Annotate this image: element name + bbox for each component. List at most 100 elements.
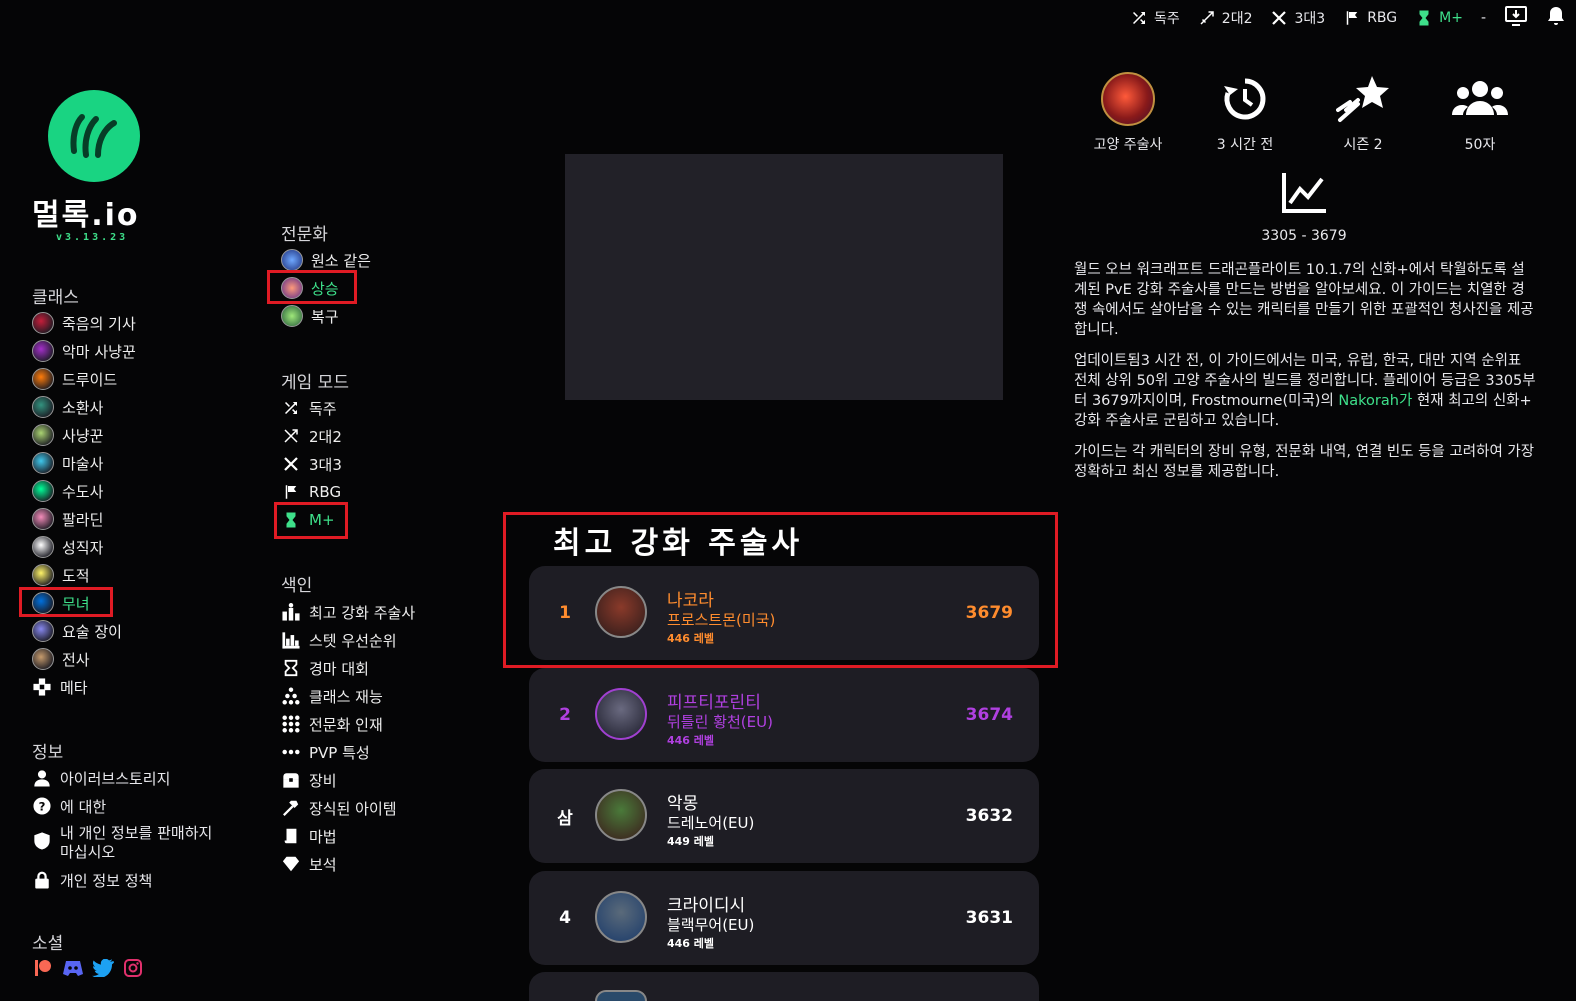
spec-label: 상승 (311, 279, 339, 298)
social-links (32, 957, 144, 979)
player-level: 446 레벨 (667, 937, 715, 950)
patreon-icon[interactable] (32, 957, 54, 979)
bell-icon[interactable] (1546, 5, 1566, 31)
class-item[interactable]: 전사 (32, 645, 136, 673)
class-item[interactable]: 악마 사냥꾼 (32, 337, 136, 365)
spec-item-enhancement[interactable]: 상승 (281, 274, 371, 302)
avatar (595, 586, 647, 638)
stat-label: 3305 - 3679 (1261, 228, 1347, 244)
class-label: 도적 (62, 566, 90, 585)
rank: 2 (559, 705, 571, 725)
history-icon (1224, 78, 1266, 120)
mode-item-3v3[interactable]: 3대3 (281, 450, 342, 478)
index-item-spells[interactable]: 마법 (281, 822, 415, 850)
leaderboard-row[interactable]: 4 크라이디시 블랙무어(EU) 446 레벨 3631 (529, 871, 1039, 965)
mode-item-2v2[interactable]: 2대2 (281, 422, 342, 450)
class-item[interactable]: 성직자 (32, 533, 136, 561)
spec-item-elemental[interactable]: 원소 같은 (281, 246, 371, 274)
description-paragraph: 업데이트됨3 시간 전, 이 가이드에서는 미국, 유럽, 한국, 대만 지역 … (1074, 351, 1538, 431)
class-item[interactable]: 드루이드 (32, 365, 136, 393)
hourglass-outline-icon (281, 658, 301, 678)
brand-title: 멀록.io (32, 198, 140, 233)
rank: 1 (559, 603, 571, 623)
index-item-race[interactable]: 경마 대회 (281, 654, 415, 682)
instagram-icon[interactable] (122, 957, 144, 979)
info-item-privacy[interactable]: 개인 정보 정책 (32, 866, 222, 894)
twitter-icon[interactable] (92, 957, 114, 979)
info-item-about[interactable]: ? 에 대한 (32, 792, 222, 820)
class-item[interactable]: 팔라딘 (32, 505, 136, 533)
mode-item-solo[interactable]: 독주 (281, 394, 342, 422)
topbar-mode-solo[interactable]: 독주 (1130, 8, 1180, 28)
class-item[interactable]: 수도사 (32, 477, 136, 505)
score: 3679 (965, 603, 1013, 623)
index-item-gear[interactable]: 장비 (281, 766, 415, 794)
class-item[interactable]: 사냥꾼 (32, 421, 136, 449)
index-item-pvp-talents[interactable]: PVP 특성 (281, 738, 415, 766)
logo[interactable] (48, 90, 140, 182)
class-icon (32, 620, 54, 642)
topbar-mode-2v2[interactable]: 2대2 (1198, 8, 1252, 28)
player-name[interactable]: 악몽 (667, 789, 698, 814)
topbar-separator: - (1480, 10, 1486, 26)
shield-icon (32, 831, 52, 851)
leaderboard-row[interactable] (529, 972, 1039, 1001)
index-label: 경마 대회 (309, 659, 369, 678)
index-item-stat-priority[interactable]: 스텟 우선순위 (281, 626, 415, 654)
class-icon (32, 592, 54, 614)
spec-item-restoration[interactable]: 복구 (281, 302, 371, 330)
stat-label: 고양 주술사 (1093, 137, 1163, 153)
discord-icon[interactable] (62, 957, 84, 979)
player-name[interactable]: 나코라 (667, 586, 714, 611)
class-item[interactable]: 마술사 (32, 449, 136, 477)
scroll-icon (281, 826, 301, 846)
score: 3631 (965, 908, 1013, 928)
player-name[interactable]: 크라이디시 (667, 891, 745, 916)
spec-label: 원소 같은 (311, 251, 371, 270)
class-label: 소환사 (62, 398, 104, 417)
class-item[interactable]: 도적 (32, 561, 136, 589)
player-link[interactable]: Nakorah가 (1338, 393, 1412, 409)
avatar (595, 891, 647, 943)
ranking-icon (281, 602, 301, 622)
topbar-mode-rbg[interactable]: RBG (1343, 9, 1397, 27)
index-label: 전문화 인재 (309, 715, 383, 734)
grid-dots-icon (281, 714, 301, 734)
info-item-label: 아이러브스토리지 (60, 769, 171, 788)
crossed-swords-icon (281, 454, 301, 474)
player-realm: 블랙무어(EU) (667, 916, 755, 934)
flag-icon (281, 482, 301, 502)
topbar-mode-3v3[interactable]: 3대3 (1270, 8, 1325, 28)
class-label: 마술사 (62, 454, 104, 473)
index-item-rankings[interactable]: 최고 강화 주술사 (281, 598, 415, 626)
modes-heading: 게임 모드 (281, 373, 349, 393)
index-item-spec-talents[interactable]: 전문화 인재 (281, 710, 415, 738)
index-item-embellished[interactable]: 장식된 아이템 (281, 794, 415, 822)
player-name[interactable]: 피프티포린티 (667, 688, 761, 713)
class-item[interactable]: 무녀 (32, 589, 136, 617)
class-label: 드루이드 (62, 370, 118, 389)
info-item-storage[interactable]: 아이러브스토리지 (32, 764, 222, 792)
mode-item-rbg[interactable]: RBG (281, 478, 342, 506)
class-item[interactable]: 메타 (32, 673, 136, 701)
leaderboard-row[interactable]: 삼 악몽 드레노어(EU) 449 레벨 3632 (529, 769, 1039, 863)
topbar-mode-mplus[interactable]: M+ (1415, 9, 1463, 27)
mode-item-mplus[interactable]: M+ (281, 506, 342, 534)
leaderboard-row[interactable]: 2 피프티포린티 뒤틀린 황천(EU) 446 레벨 3674 (529, 668, 1039, 762)
score: 3632 (965, 806, 1013, 826)
info-list: 아이러브스토리지 ? 에 대한 내 개인 정보를 판매하지 마십시오 개인 정보… (32, 764, 222, 894)
class-item[interactable]: 죽음의 기사 (32, 309, 136, 337)
download-icon[interactable] (1504, 5, 1528, 31)
stat-spec: 고양 주술사 (1073, 70, 1183, 154)
index-item-class-talents[interactable]: 클래스 재능 (281, 682, 415, 710)
leaderboard-row[interactable]: 1 나코라 프로스트몬(미국) 446 레벨 3679 (529, 566, 1039, 660)
class-icon (32, 340, 54, 362)
index-item-gems[interactable]: 보석 (281, 850, 415, 878)
class-item[interactable]: 소환사 (32, 393, 136, 421)
svg-text:?: ? (39, 800, 46, 814)
brand-version: v3.13.23 (56, 232, 129, 243)
info-item-do-not-sell[interactable]: 내 개인 정보를 판매하지 마십시오 (32, 820, 222, 866)
stat-season: 시즌 2 (1308, 70, 1418, 154)
class-item[interactable]: 요술 장이 (32, 617, 136, 645)
topbar-label: M+ (1439, 10, 1463, 26)
